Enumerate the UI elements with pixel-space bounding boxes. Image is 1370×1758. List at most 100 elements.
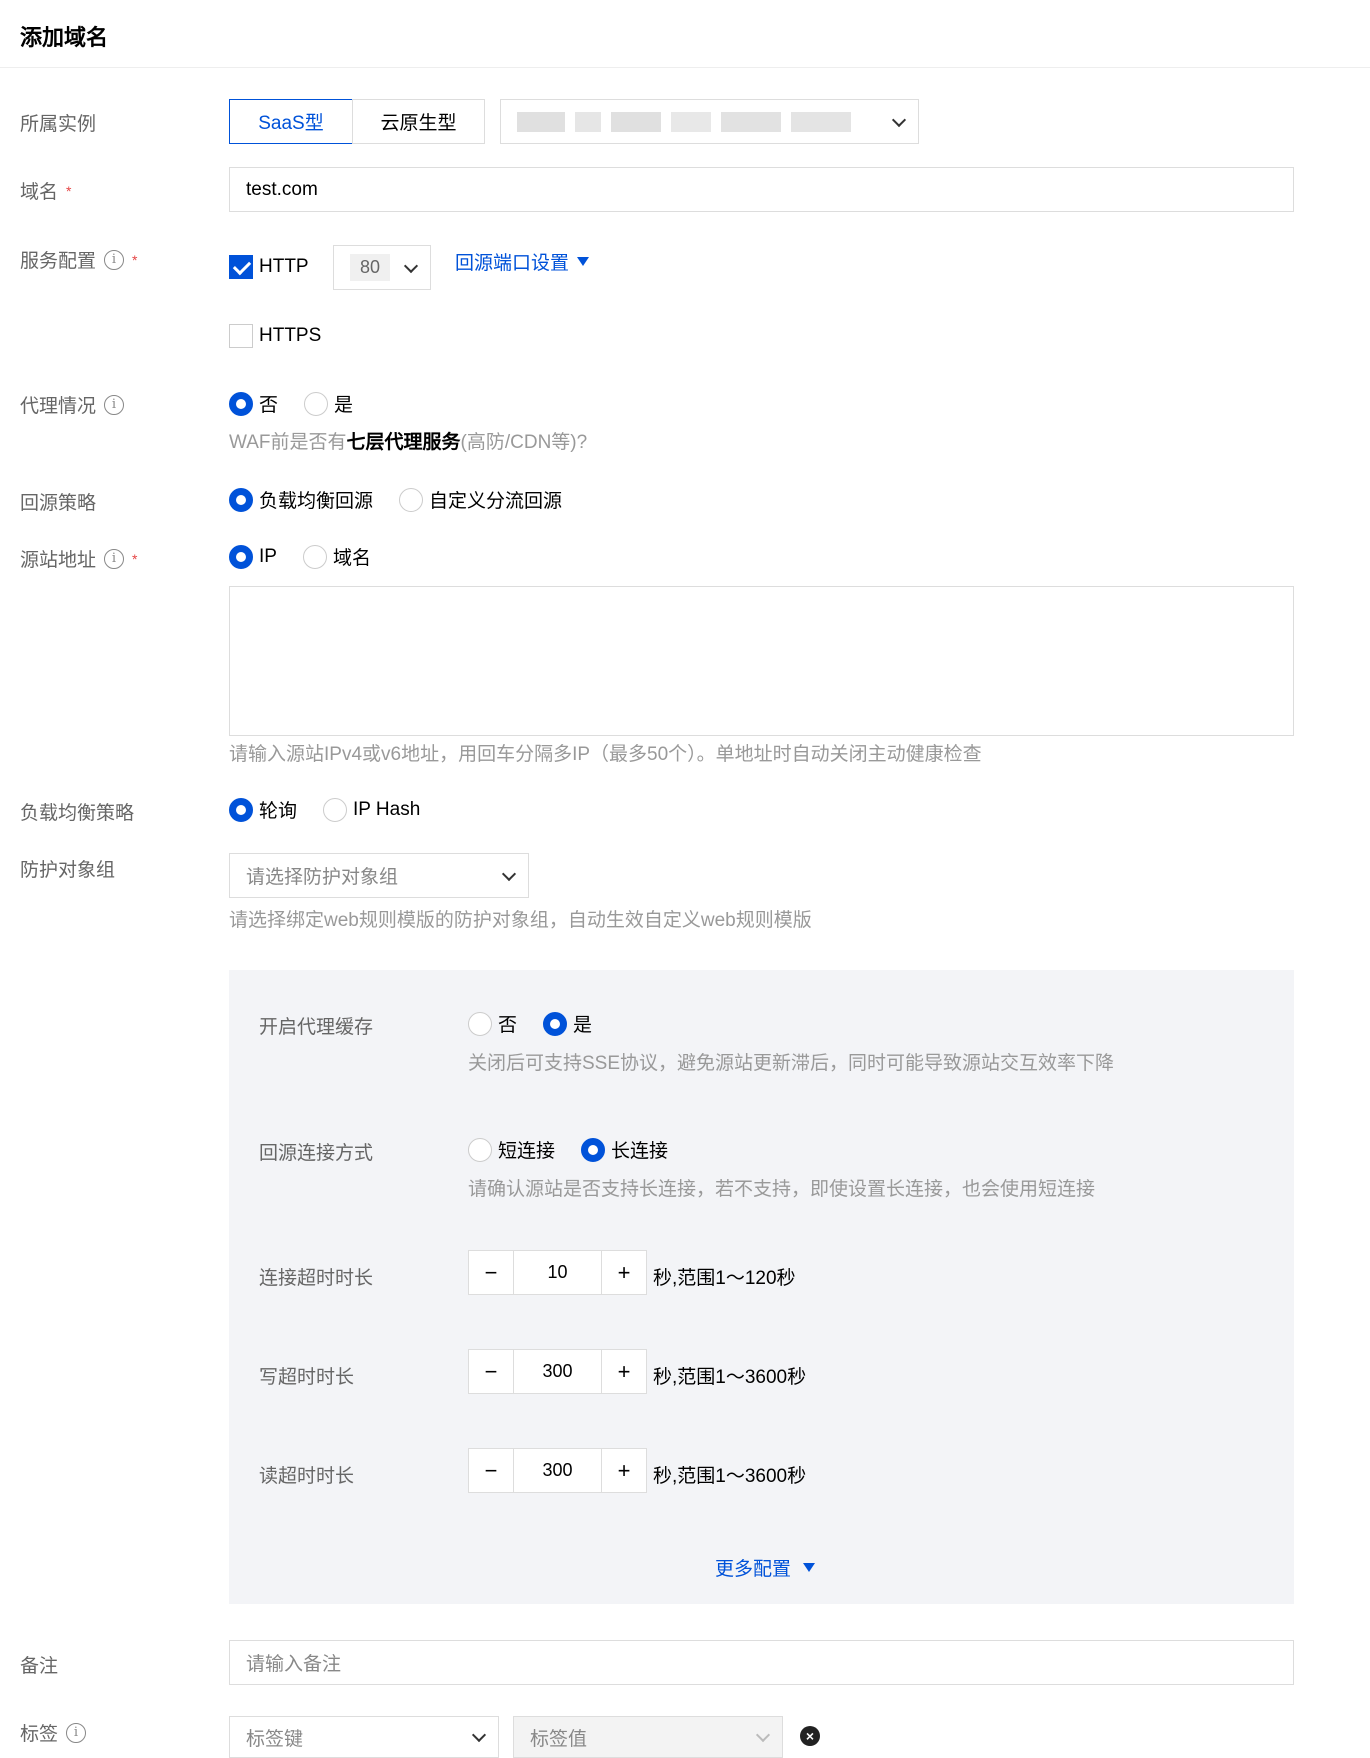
caret-down-icon — [803, 1563, 816, 1572]
required-mark: * — [132, 251, 138, 268]
connect-timeout-stepper: − 10 + — [468, 1250, 647, 1295]
connection-option-long[interactable]: 长连接 — [581, 1136, 668, 1163]
origin-strategy-radio-group: 负载均衡回源 自定义分流回源 — [229, 486, 588, 513]
info-icon[interactable]: i — [104, 394, 125, 415]
read-timeout-value[interactable]: 300 — [514, 1449, 601, 1492]
required-mark: * — [132, 550, 138, 567]
remark-placeholder: 请输入备注 — [246, 1654, 342, 1675]
lb-strategy-label: 负载均衡策略 — [20, 803, 135, 824]
http-checkbox-row[interactable]: HTTP — [229, 255, 309, 279]
chevron-down-icon — [403, 258, 419, 273]
instance-type-cloudnative-button[interactable]: 云原生型 — [352, 99, 485, 144]
proxy-option-yes[interactable]: 是 — [304, 390, 353, 417]
protect-group-label: 防护对象组 — [20, 860, 116, 881]
instance-select[interactable] — [500, 99, 919, 144]
increment-button[interactable]: + — [601, 1449, 646, 1492]
https-checkbox-row[interactable]: HTTPS — [229, 324, 321, 348]
port-settings-link[interactable]: 回源端口设置 — [455, 248, 590, 275]
radio-selected[interactable] — [543, 1011, 568, 1036]
proxy-radio-group: 否 是 — [229, 390, 379, 417]
connection-radio-group: 短连接 长连接 — [468, 1136, 694, 1163]
radio-unselected[interactable] — [302, 544, 327, 569]
domain-label: 域名 * — [20, 182, 72, 203]
read-timeout-label: 读超时时长 — [259, 1466, 355, 1487]
proxy-hint: WAF前是否有七层代理服务(高防/CDN等)? — [229, 432, 588, 453]
decrement-button[interactable]: − — [469, 1251, 514, 1294]
cache-option-no[interactable]: 否 — [468, 1010, 517, 1037]
radio-unselected[interactable] — [323, 797, 348, 822]
http-port-select[interactable]: 80 — [333, 245, 431, 290]
instance-select-blurred-value — [517, 111, 851, 132]
origin-strategy-option-custom[interactable]: 自定义分流回源 — [399, 486, 562, 513]
radio-selected[interactable] — [229, 487, 253, 512]
write-timeout-label: 写超时时长 — [259, 1367, 355, 1388]
instance-type-saas-button[interactable]: SaaS型 — [229, 99, 353, 144]
lb-strategy-option-round-robin[interactable]: 轮询 — [229, 796, 297, 823]
chevron-down-icon — [501, 866, 517, 881]
decrement-button[interactable]: − — [469, 1449, 514, 1492]
decrement-button[interactable]: − — [469, 1350, 514, 1393]
proxy-hint-bold: 七层代理服务 — [346, 432, 461, 453]
protect-group-select[interactable]: 请选择防护对象组 — [229, 853, 529, 898]
protect-group-placeholder: 请选择防护对象组 — [246, 867, 399, 888]
proxy-option-no[interactable]: 否 — [229, 390, 278, 417]
caret-down-icon — [577, 257, 590, 266]
chevron-down-icon — [891, 112, 907, 127]
radio-unselected[interactable] — [304, 391, 329, 416]
radio-unselected[interactable] — [468, 1011, 492, 1036]
read-timeout-stepper: − 300 + — [468, 1448, 647, 1493]
write-timeout-unit: 秒,范围1～3600秒 — [653, 1367, 807, 1388]
http-checkbox[interactable] — [229, 255, 253, 279]
https-checkbox[interactable] — [229, 324, 253, 348]
connection-label: 回源连接方式 — [259, 1143, 374, 1164]
domain-input[interactable]: test.com — [229, 167, 1294, 212]
dialog-header: 添加域名 — [0, 0, 1370, 68]
radio-unselected[interactable] — [468, 1137, 492, 1162]
required-mark: * — [66, 182, 72, 199]
radio-selected[interactable] — [581, 1137, 606, 1162]
connect-timeout-unit: 秒,范围1～120秒 — [653, 1268, 796, 1289]
info-icon[interactable]: i — [66, 1722, 87, 1743]
cache-hint: 关闭后可支持SSE协议，避免源站更新滞后，同时可能导致源站交互效率下降 — [468, 1053, 1115, 1074]
origin-address-textarea[interactable] — [229, 586, 1294, 736]
remark-input[interactable]: 请输入备注 — [229, 1640, 1294, 1685]
origin-address-label: 源站地址 i * — [20, 548, 138, 571]
instance-label: 所属实例 — [20, 114, 97, 135]
radio-selected[interactable] — [229, 544, 253, 569]
tag-key-placeholder: 标签键 — [246, 1728, 304, 1750]
read-timeout-unit: 秒,范围1～3600秒 — [653, 1466, 807, 1487]
tag-key-select[interactable]: 标签键 — [229, 1716, 499, 1758]
connect-timeout-label: 连接超时时长 — [259, 1268, 374, 1289]
info-icon[interactable]: i — [104, 548, 125, 569]
lb-strategy-radio-group: 轮询 IP Hash — [229, 796, 446, 823]
origin-address-hint: 请输入源站IPv4或v6地址，用回车分隔多IP（最多50个）。单地址时自动关闭主… — [229, 744, 982, 765]
origin-strategy-option-lb[interactable]: 负载均衡回源 — [229, 486, 373, 513]
domain-input-value: test.com — [246, 178, 318, 200]
proxy-label: 代理情况 i — [20, 391, 125, 418]
radio-selected[interactable] — [229, 391, 253, 416]
more-config-link[interactable]: 更多配置 — [715, 1554, 816, 1581]
increment-button[interactable]: + — [601, 1251, 646, 1294]
write-timeout-value[interactable]: 300 — [514, 1350, 601, 1393]
tag-value-select[interactable]: 标签值 — [513, 1716, 783, 1758]
connection-hint: 请确认源站是否支持长连接，若不支持，即使设置长连接，也会使用短连接 — [468, 1179, 1096, 1200]
radio-unselected[interactable] — [399, 487, 424, 512]
write-timeout-stepper: − 300 + — [468, 1349, 647, 1394]
info-icon[interactable]: i — [104, 249, 125, 270]
increment-button[interactable]: + — [601, 1350, 646, 1393]
page-title: 添加域名 — [20, 25, 109, 50]
https-label: HTTPS — [259, 325, 322, 346]
radio-selected[interactable] — [229, 797, 253, 822]
http-label: HTTP — [259, 256, 309, 277]
cache-radio-group: 否 是 — [468, 1010, 618, 1037]
origin-address-option-ip[interactable]: IP — [229, 544, 277, 569]
cache-option-yes[interactable]: 是 — [543, 1010, 592, 1037]
connect-timeout-value[interactable]: 10 — [514, 1251, 601, 1294]
origin-address-radio-group: IP 域名 — [229, 543, 397, 570]
lb-strategy-option-ip-hash[interactable]: IP Hash — [323, 797, 420, 822]
remove-tag-icon[interactable]: × — [800, 1726, 820, 1746]
tags-label: 标签 i — [20, 1719, 87, 1746]
cache-label: 开启代理缓存 — [259, 1017, 374, 1038]
connection-option-short[interactable]: 短连接 — [468, 1136, 555, 1163]
origin-address-option-domain[interactable]: 域名 — [302, 543, 371, 570]
